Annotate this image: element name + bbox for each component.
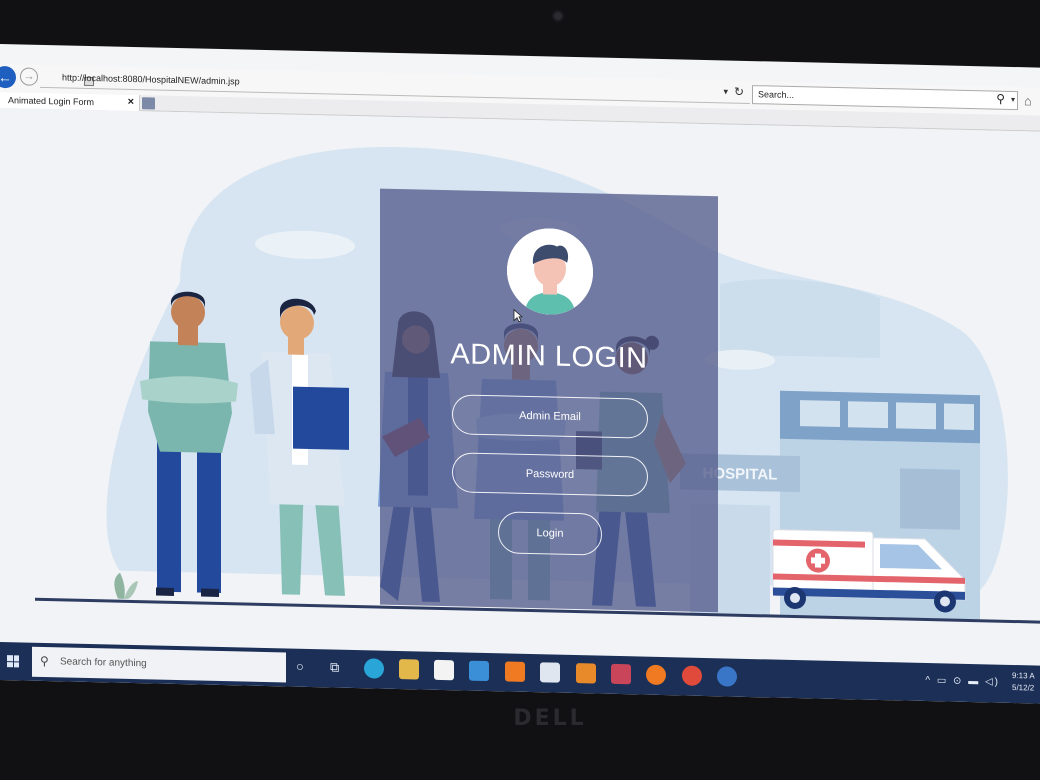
browser-search-input[interactable]: Search... ⚲ ▾ bbox=[752, 85, 1018, 111]
java-ide-icon[interactable] bbox=[576, 663, 596, 684]
taskbar-search-box[interactable]: ⚲ Search for anything bbox=[32, 646, 286, 683]
login-card: ADMIN LOGIN Login bbox=[380, 188, 718, 613]
refresh-icon[interactable]: ↻ bbox=[734, 85, 744, 99]
mail-icon[interactable] bbox=[469, 660, 489, 682]
screen: ← → http://localhost:8080/HospitalNEW/ad… bbox=[0, 44, 1040, 704]
close-icon[interactable]: × bbox=[128, 96, 134, 108]
chevron-down-icon[interactable]: ▾ bbox=[723, 86, 728, 97]
taskbar-search-placeholder: Search for anything bbox=[60, 656, 147, 670]
tab-label: Animated Login Form bbox=[8, 95, 95, 108]
password-field[interactable] bbox=[452, 452, 648, 497]
page-title: ADMIN LOGIN bbox=[450, 338, 648, 375]
chrome-icon[interactable] bbox=[682, 665, 702, 686]
browser-search-placeholder: Search... bbox=[758, 89, 795, 101]
dell-logo: DELL bbox=[513, 706, 587, 731]
file-explorer-icon[interactable] bbox=[399, 659, 419, 680]
edge-icon[interactable] bbox=[364, 658, 384, 679]
admin-email-field[interactable] bbox=[452, 394, 648, 439]
task-view-icon[interactable]: ⧉ bbox=[330, 659, 339, 675]
login-button[interactable]: Login bbox=[498, 511, 602, 556]
login-page: HOSPITAL ADMIN LOGIN Admin Email Login bbox=[0, 108, 1040, 666]
app-cube-icon[interactable] bbox=[540, 662, 560, 683]
clock[interactable]: 9:13 A 5/12/2 bbox=[1012, 670, 1035, 695]
forward-button[interactable]: → bbox=[20, 67, 38, 86]
clock-date: 5/12/2 bbox=[1012, 682, 1035, 693]
home-icon[interactable]: ⌂ bbox=[1024, 93, 1032, 108]
avatar bbox=[507, 227, 593, 316]
windows-icon bbox=[7, 655, 19, 668]
internet-explorer-icon[interactable] bbox=[717, 666, 737, 687]
store-icon[interactable] bbox=[434, 659, 454, 681]
start-button[interactable] bbox=[0, 642, 28, 681]
new-tab-button[interactable] bbox=[142, 97, 155, 110]
admin-email-input[interactable] bbox=[453, 395, 647, 438]
password-input[interactable] bbox=[453, 453, 647, 496]
search-dropdown-icon[interactable]: ▾ bbox=[1011, 95, 1015, 104]
search-icon[interactable]: ⚲ bbox=[996, 92, 1005, 106]
clock-time: 9:13 A bbox=[1012, 670, 1035, 681]
office-icon[interactable] bbox=[505, 661, 525, 682]
mouse-cursor-icon bbox=[513, 308, 523, 323]
cortana-icon[interactable]: ○ bbox=[296, 659, 304, 674]
webcam bbox=[552, 10, 564, 22]
system-tray-icons[interactable]: ^ ▭ ⊙ ▬ ◁) bbox=[925, 675, 1000, 688]
firefox-icon[interactable] bbox=[646, 664, 666, 686]
back-button[interactable]: ← bbox=[0, 65, 16, 89]
search-icon: ⚲ bbox=[40, 653, 49, 669]
user-avatar-icon bbox=[507, 227, 593, 316]
app-grid-icon[interactable] bbox=[611, 663, 631, 685]
